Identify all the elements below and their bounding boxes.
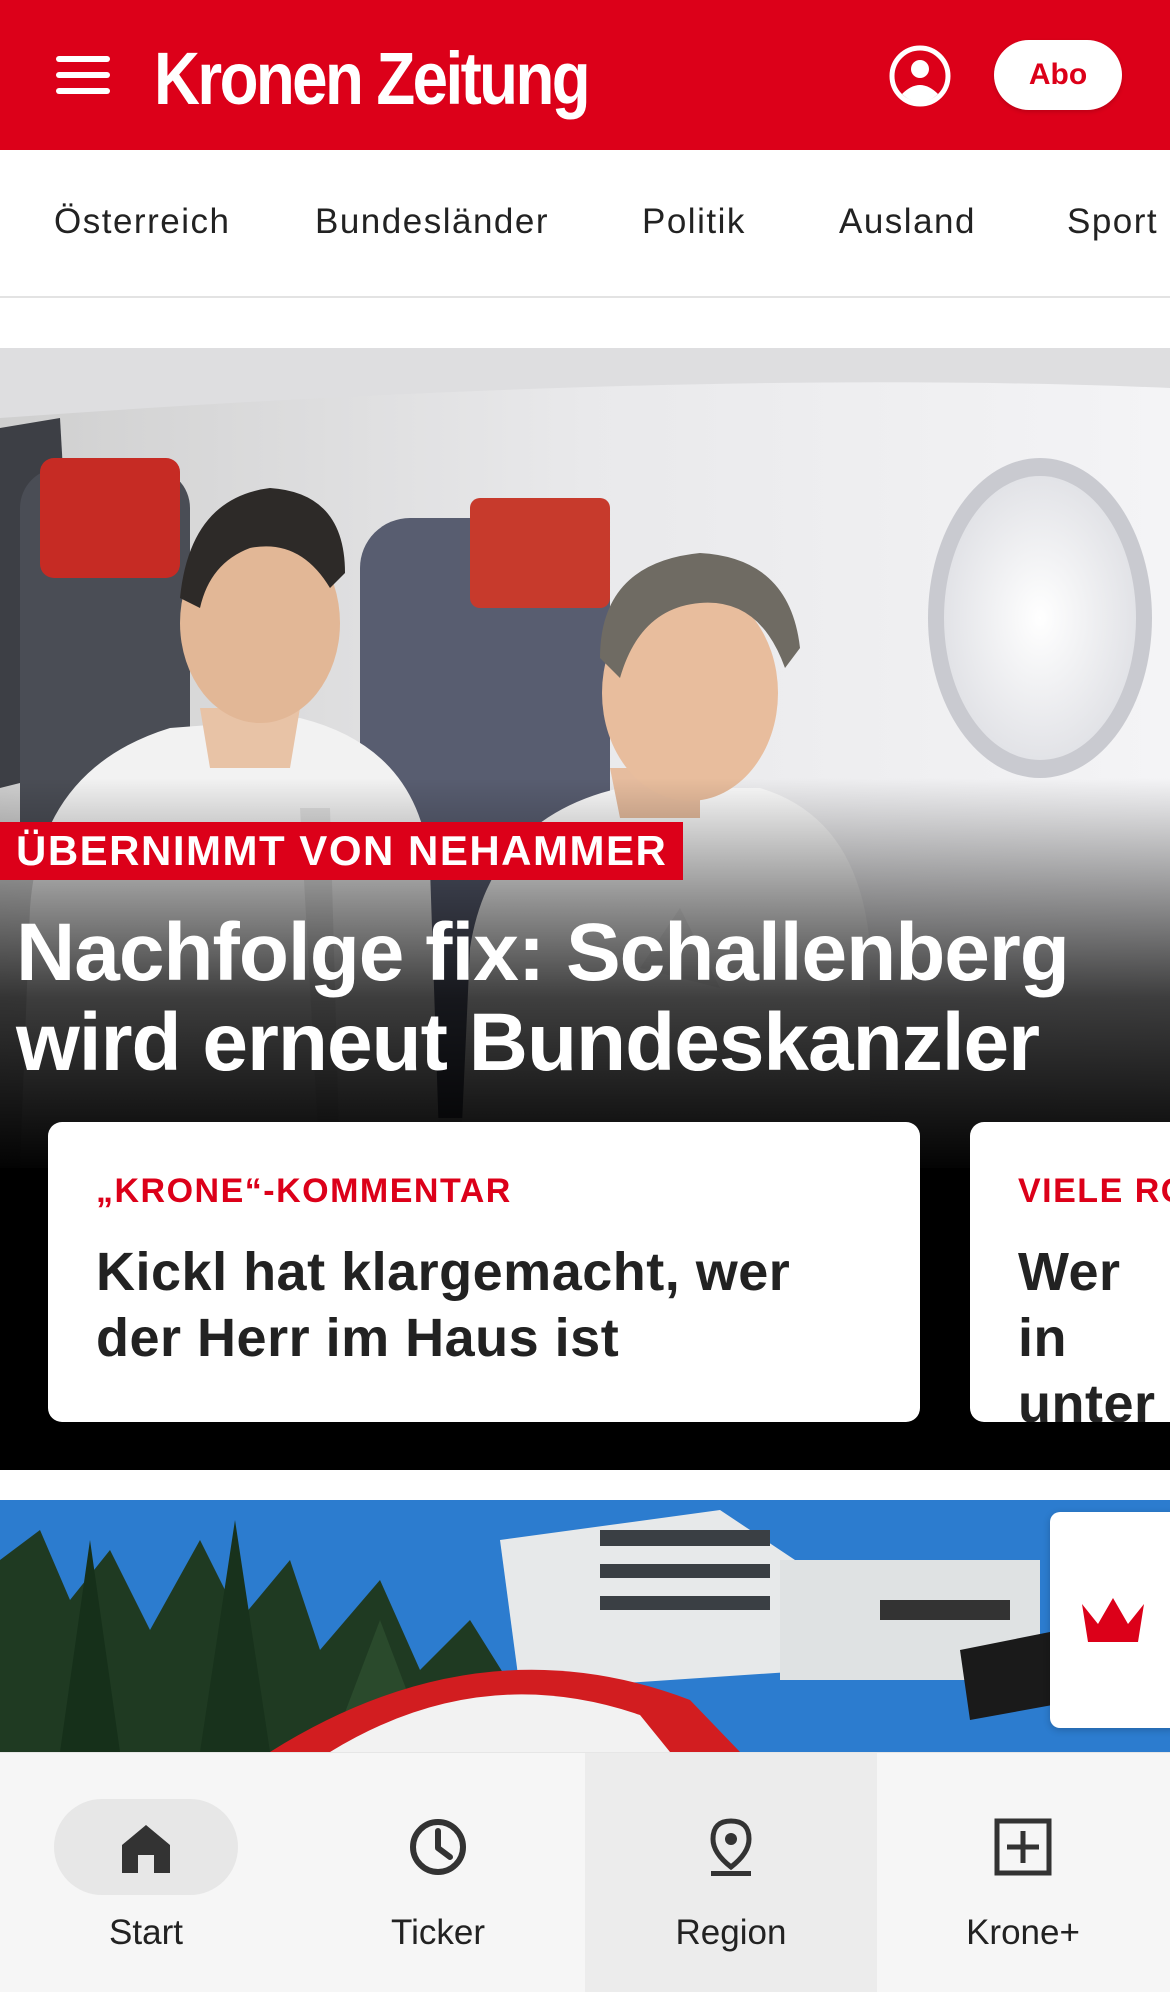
category-nav: Österreich Bundesländer Politik Ausland … xyxy=(0,150,1170,298)
nav-kroneplus[interactable]: Krone+ xyxy=(877,1753,1169,1992)
category-sport[interactable]: Sport xyxy=(1067,202,1158,242)
category-politik[interactable]: Politik xyxy=(642,202,746,242)
nav-label: Krone+ xyxy=(966,1913,1080,1952)
krone-plus-floating-button[interactable] xyxy=(1050,1512,1170,1728)
app-header: Kronen Zeitung Abo xyxy=(0,0,1170,150)
category-ausland[interactable]: Ausland xyxy=(839,202,976,242)
menu-icon-bar xyxy=(56,56,110,62)
category-bundeslaender[interactable]: Bundesländer xyxy=(315,202,549,242)
card-kicker: VIELE RO xyxy=(1018,1172,1170,1210)
category-oesterreich[interactable]: Österreich xyxy=(54,202,230,242)
menu-icon-bar xyxy=(56,72,110,78)
crown-icon xyxy=(1082,1598,1144,1642)
account-icon xyxy=(889,45,951,107)
hero-article[interactable]: ÜBERNIMMT VON NEHAMMER Nachfolge fix: Sc… xyxy=(0,348,1170,1470)
nav-region[interactable]: Region xyxy=(585,1753,877,1992)
article-teaser[interactable] xyxy=(0,1500,1170,1752)
location-pin-icon xyxy=(710,1818,752,1876)
nav-label: Region xyxy=(675,1913,787,1952)
related-card[interactable]: „KRONE“-KOMMENTAR Kickl hat klargemacht,… xyxy=(48,1122,920,1422)
menu-button[interactable] xyxy=(52,52,116,98)
menu-icon-bar xyxy=(56,88,110,94)
nav-start[interactable]: Start xyxy=(0,1753,292,1992)
card-kicker: „KRONE“-KOMMENTAR xyxy=(96,1172,512,1210)
bottom-nav: Start Ticker Region Krone+ xyxy=(0,1752,1170,1992)
nav-label: Ticker xyxy=(391,1913,485,1952)
nav-label: Start xyxy=(109,1913,183,1952)
hero-kicker: ÜBERNIMMT VON NEHAMMER xyxy=(0,822,684,880)
plus-square-icon xyxy=(994,1818,1052,1876)
account-button[interactable] xyxy=(888,44,952,108)
clock-icon xyxy=(410,1819,466,1875)
home-icon xyxy=(122,1825,170,1873)
abo-button[interactable]: Abo xyxy=(994,40,1122,110)
brand-logo[interactable]: Kronen Zeitung xyxy=(154,36,591,122)
card-title: Kickl hat klargemacht, wer der Herr im H… xyxy=(96,1242,791,1368)
article-photo xyxy=(0,1500,1170,1752)
hero-headline[interactable]: Nachfolge fix: Schallenberg wird erneut … xyxy=(16,908,1146,1088)
related-card[interactable]: VIELE RO Wer in unter I xyxy=(970,1122,1170,1422)
card-title: Wer in unter I xyxy=(1018,1242,1156,1422)
nav-ticker[interactable]: Ticker xyxy=(292,1753,584,1992)
